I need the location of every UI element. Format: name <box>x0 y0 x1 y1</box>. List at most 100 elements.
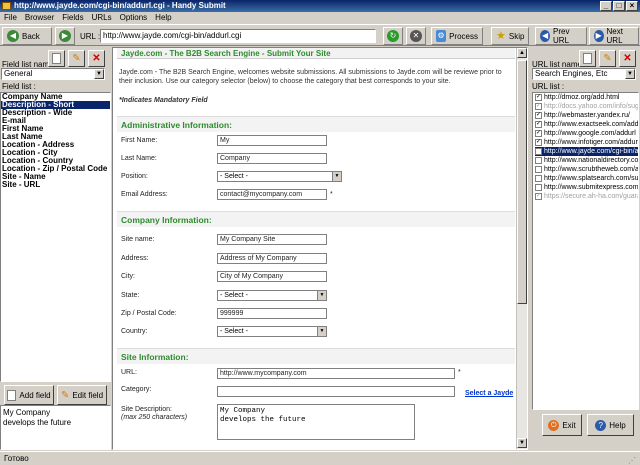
address-field[interactable]: Address of My Company <box>217 253 327 264</box>
delete-field-list-button[interactable]: ✕ <box>88 50 105 67</box>
url-list-item[interactable]: ✓ http://www.google.com/addurl <box>535 129 638 138</box>
url-list-item[interactable]: ✓ http://www.infotiger.com/addurl. <box>535 138 638 147</box>
url-text: http://www.nationaldirectory.com <box>544 157 639 164</box>
url-checkbox[interactable] <box>535 148 542 155</box>
help-button[interactable]: ? Help <box>587 414 634 436</box>
process-button[interactable]: ⚙ Process <box>431 27 483 45</box>
category-label: Category: <box>121 386 152 393</box>
url-checkbox[interactable]: ✓ <box>535 112 542 119</box>
menu-options[interactable]: Options <box>120 12 148 23</box>
position-select[interactable]: - Select - ▼ <box>217 171 342 182</box>
url-list-item[interactable]: http://www.jayde.com/cgi-bin/ad <box>535 147 638 156</box>
url-checkbox[interactable] <box>535 175 542 182</box>
menu-browser[interactable]: Browser <box>25 12 54 23</box>
email-field[interactable]: contact@mycompany.com <box>217 189 327 200</box>
url-list-item[interactable]: ✓ https://secure.ah-ha.com/guarar <box>535 192 638 201</box>
stop-button[interactable]: ✕ <box>406 27 426 45</box>
url-label: URL : <box>80 32 101 41</box>
url-list-item[interactable]: http://www.splatsearch.com/sub <box>535 174 638 183</box>
field-value-preview[interactable]: My Company develops the future <box>0 405 111 450</box>
close-window-button[interactable]: × <box>626 1 638 11</box>
required-star: * <box>330 191 333 198</box>
new-document-icon <box>583 53 592 64</box>
scroll-thumb[interactable] <box>517 60 527 304</box>
toolbar: ◀ Back ▶ URL : http://www.jayde.com/cgi-… <box>0 24 640 46</box>
new-field-list-button[interactable] <box>48 50 65 67</box>
url-checkbox[interactable]: ✓ <box>535 94 542 101</box>
url-checkbox[interactable]: ✓ <box>535 130 542 137</box>
forward-arrow-icon: ▶ <box>59 30 71 42</box>
first-name-field[interactable]: My <box>217 135 327 146</box>
url-checkbox[interactable]: ✓ <box>535 121 542 128</box>
url-text: http://www.scrubtheweb.com/ac <box>544 166 639 173</box>
url-list-item[interactable]: http://www.scrubtheweb.com/ac <box>535 165 638 174</box>
url-list-item[interactable]: ✓ http://dmoz.org/add.html <box>535 93 638 102</box>
url-list-select[interactable]: Search Engines, Etc ▼ <box>532 68 636 80</box>
new-url-list-button[interactable] <box>579 50 596 67</box>
back-label: Back <box>22 31 40 41</box>
menu-urls[interactable]: URLs <box>92 12 112 23</box>
page-header: Jayde.com - The B2B Search Engine - Subm… <box>117 48 515 59</box>
back-button[interactable]: ◀ Back <box>2 27 52 45</box>
site-section-title: Site Information: <box>117 348 515 364</box>
url-list-item[interactable]: http://www.nationaldirectory.com <box>535 156 638 165</box>
site-description-field[interactable]: My Company develops the future <box>217 404 415 440</box>
add-field-button[interactable]: Add field <box>4 385 54 405</box>
exit-button[interactable]: ⏻ Exit <box>542 414 582 436</box>
skip-button[interactable]: ★ Skip <box>491 27 529 45</box>
chevron-down-icon[interactable]: ▼ <box>94 69 104 79</box>
chevron-down-icon[interactable]: ▼ <box>625 69 635 79</box>
url-checkbox[interactable]: ✓ <box>535 103 542 110</box>
edit-pencil-icon: ✎ <box>72 53 81 64</box>
url-input[interactable]: http://www.jayde.com/cgi-bin/addurl.cgi <box>100 29 376 43</box>
field-list-select[interactable]: General ▼ <box>1 68 105 80</box>
url-checkbox[interactable] <box>535 166 542 173</box>
url-checkbox[interactable]: ✓ <box>535 193 542 200</box>
edit-field-label: Edit field <box>72 390 104 400</box>
edit-url-list-button[interactable]: ✎ <box>599 50 616 67</box>
page-scrollbar[interactable]: ▲ ▼ <box>516 48 527 449</box>
resize-grip-icon[interactable]: ⋰ <box>628 454 638 465</box>
url-checkbox[interactable] <box>535 184 542 191</box>
next-url-button[interactable]: ▶ Next URL <box>589 27 639 45</box>
select-category-link[interactable]: Select a Jayde <box>465 390 513 397</box>
edit-field-list-button[interactable]: ✎ <box>68 50 85 67</box>
site-url-field[interactable]: http://www.mycompany.com <box>217 368 455 379</box>
status-text: Готово <box>4 454 29 463</box>
city-field[interactable]: City of My Company <box>217 271 327 282</box>
scroll-down-icon[interactable]: ▼ <box>517 438 527 448</box>
category-field[interactable] <box>217 386 455 397</box>
url-list-item[interactable]: ✓ http://www.exactseek.com/add. <box>535 120 638 129</box>
url-text: http://www.submitexpress.com/ <box>544 184 639 191</box>
prev-url-button[interactable]: ◀ Prev URL <box>535 27 587 45</box>
minimize-button[interactable]: _ <box>600 1 612 11</box>
scroll-up-icon[interactable]: ▲ <box>517 48 527 58</box>
field-list-item[interactable]: Site - URL <box>1 181 110 189</box>
last-name-field[interactable]: Company <box>217 153 327 164</box>
url-checkbox[interactable]: ✓ <box>535 139 542 146</box>
state-select[interactable]: - Select - ▼ <box>217 290 327 301</box>
site-name-field[interactable]: My Company Site <box>217 234 327 245</box>
country-select[interactable]: - Select - ▼ <box>217 326 327 337</box>
url-list-label: URL list : <box>532 82 565 91</box>
maximize-button[interactable]: □ <box>613 1 625 11</box>
url-list-item[interactable]: http://www.submitexpress.com/ <box>535 183 638 192</box>
app-icon <box>2 2 11 10</box>
menu-help[interactable]: Help <box>155 12 171 23</box>
url-list-item[interactable]: ✓ http://docs.yahoo.com/info/sugg <box>535 102 638 111</box>
note-line: develops the future <box>3 418 72 427</box>
url-checkbox[interactable] <box>535 157 542 164</box>
forward-button[interactable]: ▶ <box>55 27 75 45</box>
exit-label: Exit <box>562 420 576 430</box>
edit-field-button[interactable]: ✎ Edit field <box>57 385 107 405</box>
delete-url-list-button[interactable]: ✕ <box>619 50 636 67</box>
menu-fields[interactable]: Fields <box>62 12 83 23</box>
position-label: Position: <box>121 173 148 180</box>
url-list-item[interactable]: ✓ http://webmaster.yandex.ru/ <box>535 111 638 120</box>
prev-url-label: Prev URL <box>553 27 570 45</box>
zip-label: Zip / Postal Code: <box>121 310 177 317</box>
zip-field[interactable]: 999999 <box>217 308 327 319</box>
go-button[interactable]: ↻ <box>383 27 403 45</box>
title-bar: http://www.jayde.com/cgi-bin/addurl.cgi … <box>0 0 640 12</box>
menu-file[interactable]: File <box>4 12 17 23</box>
